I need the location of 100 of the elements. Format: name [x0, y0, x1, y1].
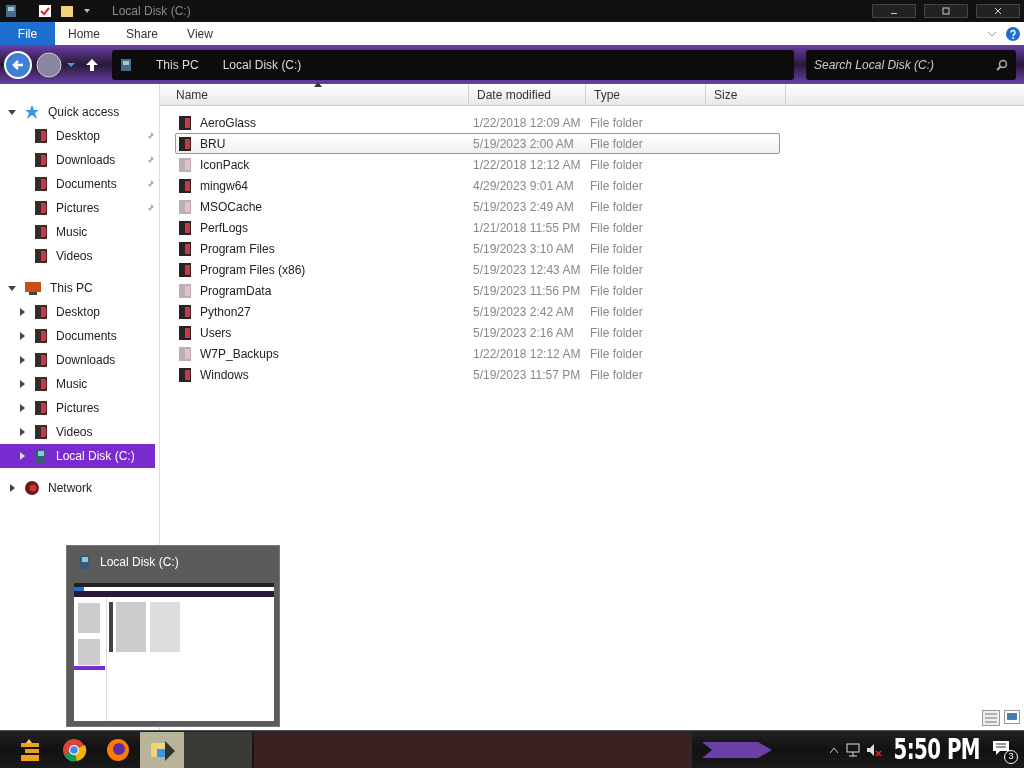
expand-arrow-icon[interactable]	[18, 308, 26, 316]
column-header[interactable]: Size	[706, 84, 786, 106]
file-name: IconPack	[200, 156, 250, 174]
ribbon-tab[interactable]: View	[171, 22, 229, 45]
file-type: File folder	[589, 345, 644, 363]
date-modified: 5/19/2023 12:43 AM	[472, 261, 582, 279]
ribbon-tab[interactable]: Share	[113, 22, 171, 45]
nav-item[interactable]: Local Disk (C:)	[0, 444, 155, 468]
nav-item[interactable]: Downloads	[0, 148, 159, 172]
date-modified: 5/19/2023 11:57 PM	[472, 366, 582, 384]
collapse-arrow-icon[interactable]	[8, 284, 16, 292]
file-name: Program Files (x86)	[200, 261, 306, 279]
search-icon	[996, 58, 1008, 71]
file-type: File folder	[589, 114, 644, 132]
file-row[interactable]: IconPack 1/22/2018 12:12 AM File folder	[175, 154, 780, 175]
date-modified: 4/29/2023 9:01 AM	[472, 177, 575, 195]
file-name: mingw64	[200, 177, 249, 195]
file-row[interactable]: PerfLogs 1/21/2018 11:55 PM File folder	[175, 217, 780, 238]
file-row[interactable]: Windows 5/19/2023 11:57 PM File folder	[175, 364, 780, 385]
file-name: AeroGlass	[200, 114, 257, 132]
ribbon-tab[interactable]: File	[0, 22, 55, 45]
file-name: ProgramData	[200, 282, 272, 300]
nav-item[interactable]: Documents	[0, 172, 159, 196]
file-name: BRU	[200, 135, 226, 153]
drive-icon	[78, 554, 92, 570]
expand-arrow-icon[interactable]	[18, 404, 26, 412]
expand-arrow-icon[interactable]	[18, 356, 26, 364]
file-row[interactable]: Program Files 5/19/2023 3:10 AM File folder	[175, 238, 780, 259]
date-modified: 5/19/2023 2:16 AM	[472, 324, 575, 342]
nav-item[interactable]: Videos	[0, 420, 159, 444]
file-row[interactable]: MSOCache 5/19/2023 2:49 AM File folder	[175, 196, 780, 217]
nav-item[interactable]: Network	[0, 476, 159, 500]
folder-icon	[34, 128, 48, 144]
nav-item[interactable]: Music	[0, 372, 159, 396]
expand-arrow-icon[interactable]	[18, 332, 26, 340]
nav-item[interactable]: Documents	[0, 324, 159, 348]
file-row[interactable]: Program Files (x86) 5/19/2023 12:43 AM File folder	[175, 259, 780, 280]
taskbar-button[interactable]	[140, 731, 184, 768]
date-modified: 1/22/2018 12:09 AM	[472, 114, 582, 132]
drive-icon	[34, 448, 48, 464]
up-arrow-icon[interactable]	[84, 56, 100, 73]
maximize-button[interactable]	[924, 4, 968, 18]
file-row[interactable]: BRU 5/19/2023 2:00 AM File folder	[175, 133, 780, 154]
nav-item[interactable]: Videos	[0, 244, 159, 268]
nav-item[interactable]: Pictures	[0, 196, 159, 220]
address-field[interactable]: This PC Local Disk (C:)	[112, 49, 794, 80]
show-hidden-icons-icon[interactable]	[829, 746, 838, 753]
notifications-button[interactable]: 3	[992, 737, 1016, 762]
expand-arrow-icon[interactable]	[18, 452, 26, 460]
file-row[interactable]: mingw64 4/29/2023 9:01 AM File folder	[175, 175, 780, 196]
folder-icon	[34, 224, 48, 240]
large-icons-view-icon[interactable]	[1004, 710, 1020, 724]
file-type: File folder	[589, 219, 644, 237]
clock[interactable]: 5:50 PM	[893, 728, 980, 768]
file-type: File folder	[589, 324, 644, 342]
file-row[interactable]: W7P_Backups 1/22/2018 12:12 AM File folder	[175, 343, 780, 364]
ribbon-tab[interactable]: Home	[55, 22, 113, 45]
folder-icon	[34, 352, 48, 368]
folder-icon	[34, 200, 48, 216]
taskbar-decoration-icon	[701, 739, 772, 760]
network-icon[interactable]	[845, 742, 862, 757]
file-name: W7P_Backups	[200, 345, 279, 363]
column-header[interactable]: Type	[586, 84, 706, 106]
nav-item[interactable]: Desktop	[0, 124, 159, 148]
folder-icon	[34, 328, 48, 344]
file-type: File folder	[589, 366, 644, 384]
file-name: Windows	[200, 366, 249, 384]
forward-button-icon[interactable]	[36, 51, 62, 78]
expand-arrow-icon[interactable]	[8, 484, 16, 492]
file-row[interactable]: Python27 5/19/2023 2:42 AM File folder	[175, 301, 780, 322]
file-row[interactable]: Users 5/19/2023 2:16 AM File folder	[175, 322, 780, 343]
column-header[interactable]: Date modified	[469, 84, 586, 106]
folder-icon	[34, 424, 48, 440]
nav-item[interactable]: Pictures	[0, 396, 159, 420]
collapse-arrow-icon[interactable]	[8, 108, 16, 116]
file-name: MSOCache	[200, 198, 263, 216]
expand-arrow-icon[interactable]	[18, 428, 26, 436]
drive-icon	[120, 56, 132, 73]
nav-item[interactable]: Music	[0, 220, 159, 244]
nav-item[interactable]: Downloads	[0, 348, 159, 372]
date-modified: 5/19/2023 3:10 AM	[472, 240, 575, 258]
back-button[interactable]	[4, 50, 32, 79]
folder-icon	[34, 400, 48, 416]
breadcrumb-link[interactable]: This PC	[156, 55, 199, 74]
breadcrumb-link[interactable]: Local Disk (C:)	[222, 55, 302, 74]
file-row[interactable]: AeroGlass 1/22/2018 12:09 AM File folder	[175, 112, 780, 133]
date-modified: 1/22/2018 12:12 AM	[472, 345, 582, 363]
search-field[interactable]: Search Local Disk (C:)	[806, 49, 1016, 80]
nav-item[interactable]: Quick access	[0, 100, 159, 124]
expand-arrow-icon[interactable]	[18, 380, 26, 388]
file-type: File folder	[589, 198, 644, 216]
nav-item[interactable]: Desktop	[0, 300, 159, 324]
back-arrow-icon	[11, 57, 25, 72]
file-row[interactable]: ProgramData 5/19/2023 11:56 PM File folder	[175, 280, 780, 301]
taskbar-panel	[184, 731, 252, 768]
notification-count: 3	[1004, 749, 1018, 764]
nav-item[interactable]: This PC	[0, 276, 159, 300]
muted-speaker-icon[interactable]	[865, 742, 882, 757]
file-type: File folder	[589, 135, 644, 153]
file-name: Python27	[200, 303, 251, 321]
